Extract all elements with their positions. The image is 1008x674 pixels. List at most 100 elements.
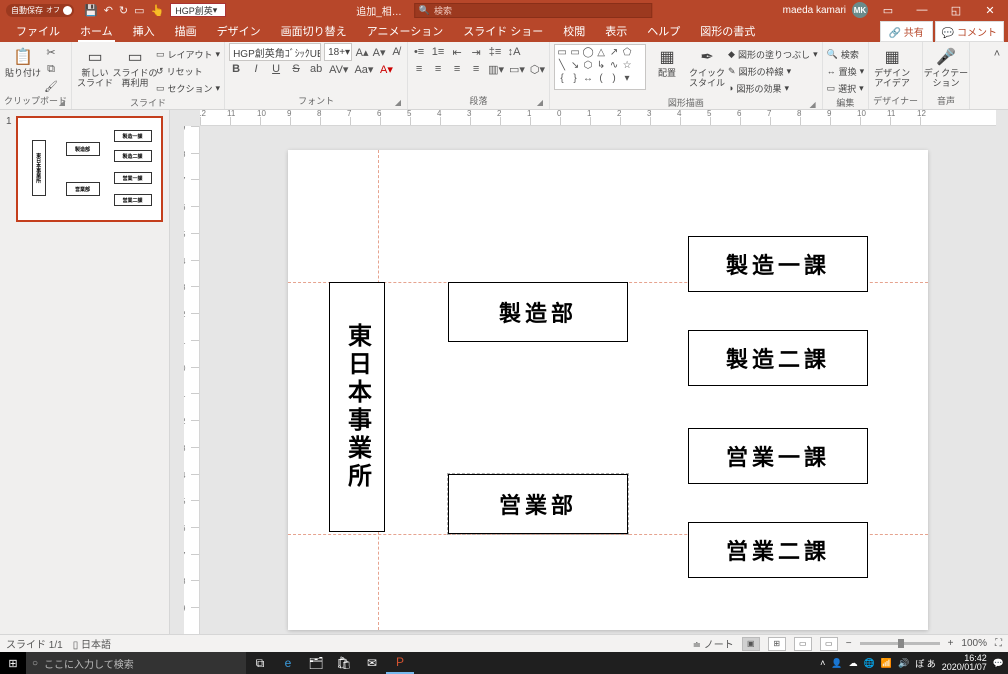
shape-sales-dept[interactable]: 営業部 [448, 474, 628, 534]
people-icon[interactable]: 👤 [831, 658, 842, 669]
tab-home[interactable]: ホーム [70, 20, 123, 42]
shape-main-office[interactable]: 東日本事業所 [329, 282, 385, 532]
touch-mode-icon[interactable]: 👆 [151, 4, 165, 17]
edge-icon[interactable]: e [274, 652, 302, 674]
notes-button[interactable]: ≐ ノート [693, 636, 734, 651]
line-spacing-icon[interactable]: ‡≡ [488, 44, 502, 60]
tab-shape-format[interactable]: 図形の書式 [690, 20, 765, 42]
font-name-selector[interactable]: HGP創英角ｺﾞｼｯｸUB 本 ▾ [229, 43, 321, 61]
store-icon[interactable]: 🛍 [330, 652, 358, 674]
user-avatar[interactable]: MK [852, 2, 868, 18]
autosave-toggle[interactable]: 自動保存 オフ [6, 4, 74, 17]
decrease-indent-icon[interactable]: ⇤ [450, 44, 464, 60]
paste-button[interactable]: 📋 貼り付け [4, 44, 42, 79]
dictate-button[interactable]: 🎤 ディクテー ション [927, 44, 965, 89]
design-ideas-button[interactable]: ▦ デザイン アイデア [873, 44, 911, 89]
paragraph-launcher-icon[interactable]: ◢ [537, 98, 543, 107]
font-size-selector[interactable]: 18+ ▾ [324, 43, 352, 61]
task-view-icon[interactable]: ⧉ [246, 652, 274, 674]
powerpoint-icon[interactable]: P [386, 652, 414, 674]
tab-insert[interactable]: 挿入 [123, 20, 165, 42]
text-shadow-button[interactable]: ab [309, 61, 323, 77]
shape-outline-button[interactable]: ✎ 図形の枠線 ▾ [728, 63, 818, 79]
quick-styles-button[interactable]: ✒ クイック スタイル [688, 44, 726, 89]
slide-thumbnail-1[interactable]: 東日本事業所 製造部 営業部 製造一課 製造二課 営業一課 営業二課 [16, 116, 163, 222]
maximize-icon[interactable]: ◱ [942, 0, 970, 20]
shape-mfg-section-2[interactable]: 製造二課 [688, 330, 868, 386]
tab-transitions[interactable]: 画面切り替え [271, 20, 357, 42]
section-button[interactable]: ▭ セクション ▾ [156, 80, 220, 96]
slide-canvas[interactable]: 東日本事業所 製造部 営業部 製造一課 製造二課 営業一課 営業二課 [288, 150, 928, 630]
close-icon[interactable]: ✕ [976, 0, 1004, 20]
align-left-icon[interactable]: ≡ [412, 61, 426, 77]
sorter-view-icon[interactable]: ⊞ [768, 637, 786, 651]
bullets-icon[interactable]: •≡ [412, 44, 426, 60]
network-icon[interactable]: 🌐 [864, 658, 875, 669]
zoom-level[interactable]: 100% [961, 638, 987, 649]
reading-view-icon[interactable]: ▭ [794, 637, 812, 651]
zoom-in-icon[interactable]: + [948, 638, 954, 649]
arrange-button[interactable]: ▦ 配置 [648, 44, 686, 79]
shape-sales-section-1[interactable]: 営業一課 [688, 428, 868, 484]
reuse-slides-button[interactable]: ▭ スライドの 再利用 [116, 44, 154, 89]
font-color-icon[interactable]: A▾ [379, 61, 393, 77]
text-direction-icon[interactable]: ↕A [507, 44, 521, 60]
cut-icon[interactable]: ✂ [44, 44, 58, 60]
zoom-slider-thumb[interactable] [898, 639, 904, 648]
fit-to-window-icon[interactable]: ⛶ [995, 638, 1002, 649]
tab-help[interactable]: ヘルプ [637, 20, 690, 42]
strikethrough-button[interactable]: S [289, 61, 303, 77]
shape-effects-button[interactable]: ◑ 図形の効果 ▾ [728, 80, 818, 96]
normal-view-icon[interactable]: ▣ [742, 637, 760, 651]
numbering-icon[interactable]: 1≡ [431, 44, 445, 60]
tray-up-icon[interactable]: ˄ [820, 658, 825, 668]
italic-button[interactable]: I [249, 61, 263, 77]
shape-fill-button[interactable]: ◆ 図形の塗りつぶし ▾ [728, 46, 818, 62]
onedrive-icon[interactable]: ☁ [849, 658, 858, 669]
shapes-gallery[interactable]: ▭▭◯△↗⬠ ╲↘⬡↳∿☆ {}↔()▾ [554, 44, 646, 90]
volume-icon[interactable]: 🔊 [898, 658, 909, 669]
columns-icon[interactable]: ▥▾ [488, 61, 504, 77]
undo-icon[interactable]: ↶ [104, 4, 113, 17]
copy-icon[interactable]: ⧉ [44, 61, 58, 77]
tab-review[interactable]: 校閲 [553, 20, 595, 42]
vertical-ruler[interactable]: 987 654 321 012 345 678 9 [184, 126, 200, 634]
tab-design[interactable]: デザイン [207, 20, 271, 42]
taskbar-clock[interactable]: 16:42 2020/01/07 [942, 654, 987, 672]
qat-font-selector[interactable]: HGP創英 ▾ [170, 3, 226, 17]
align-right-icon[interactable]: ≡ [450, 61, 464, 77]
tab-slideshow[interactable]: スライド ショー [453, 20, 553, 42]
horizontal-ruler[interactable]: 121110 987 654 321 012 345 678 91011 12 [200, 110, 996, 126]
search-box[interactable]: 🔍 検索 [414, 3, 652, 18]
wifi-icon[interactable]: 📶 [881, 658, 892, 669]
change-case-icon[interactable]: Aa▾ [354, 61, 373, 77]
zoom-out-icon[interactable]: − [846, 638, 852, 649]
slideshow-from-start-icon[interactable]: ▭ [134, 4, 144, 17]
shape-sales-section-2[interactable]: 営業二課 [688, 522, 868, 578]
tab-animations[interactable]: アニメーション [357, 20, 454, 42]
start-button[interactable]: ⊞ [0, 652, 26, 674]
decrease-font-icon[interactable]: A▾ [372, 44, 386, 60]
align-center-icon[interactable]: ≡ [431, 61, 445, 77]
new-slide-button[interactable]: ▭ 新しい スライド [76, 44, 114, 89]
save-icon[interactable]: 💾 [84, 4, 98, 17]
shape-mfg-section-1[interactable]: 製造一課 [688, 236, 868, 292]
font-launcher-icon[interactable]: ◢ [395, 98, 401, 107]
minimize-icon[interactable]: — [908, 0, 936, 20]
zoom-slider[interactable] [860, 642, 940, 645]
ribbon-display-options-icon[interactable]: ▭ [874, 0, 902, 20]
slideshow-view-icon[interactable]: ▭ [820, 637, 838, 651]
justify-icon[interactable]: ≡ [469, 61, 483, 77]
increase-indent-icon[interactable]: ⇥ [469, 44, 483, 60]
increase-font-icon[interactable]: A▴ [355, 44, 369, 60]
share-button[interactable]: 🔗 共有 [880, 21, 933, 42]
slide-counter[interactable]: スライド 1/1 [6, 636, 63, 651]
reset-button[interactable]: ↺ リセット [156, 63, 220, 79]
bold-button[interactable]: B [229, 61, 243, 77]
slide-canvas-area[interactable]: 東日本事業所 製造部 営業部 製造一課 製造二課 営業一課 営業二課 [200, 126, 996, 634]
tab-draw[interactable]: 描画 [165, 20, 207, 42]
underline-button[interactable]: U [269, 61, 283, 77]
comments-button[interactable]: 💬 コメント [935, 21, 1004, 42]
ime-indicator[interactable]: ぽ あ [915, 657, 936, 670]
select-button[interactable]: ▭ 選択 ▾ [827, 80, 865, 96]
